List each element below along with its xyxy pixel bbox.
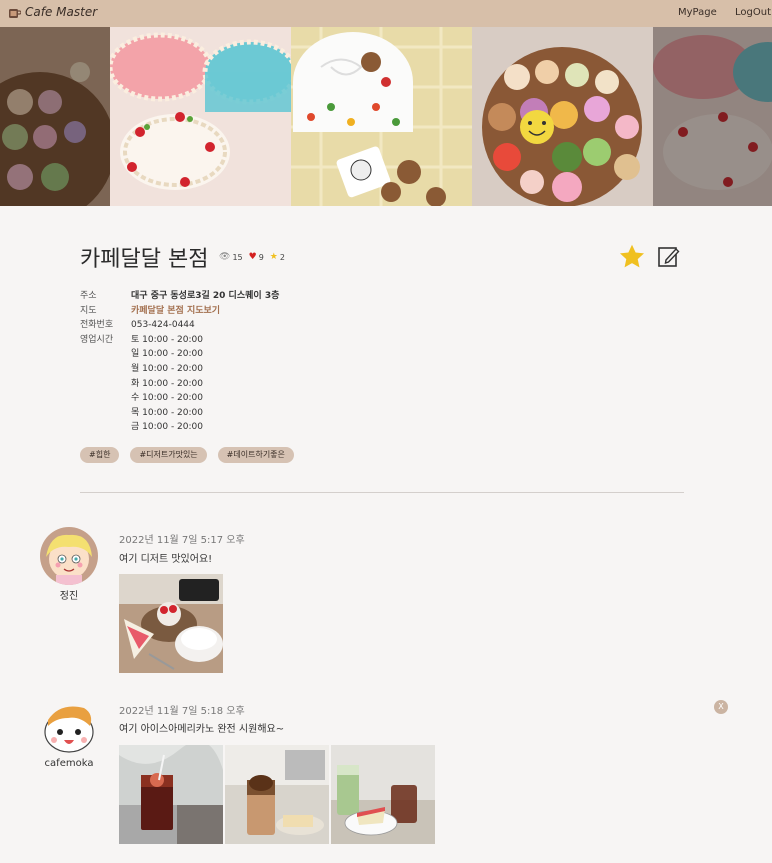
hours-row: 영업시간 토 10:00 - 20:00 <box>80 333 279 348</box>
map-link[interactable]: 카페달달 본점 지도보기 <box>131 304 220 319</box>
tag-chip[interactable]: #데이트하기좋은 <box>217 447 294 463</box>
mypage-link[interactable]: MyPage <box>678 7 717 18</box>
review-photo[interactable] <box>119 574 223 673</box>
hours-tue: 화 10:00 - 20:00 <box>131 378 203 389</box>
write-review-icon[interactable] <box>657 245 681 269</box>
review-photo[interactable] <box>225 745 329 844</box>
photo-carousel[interactable] <box>0 27 772 206</box>
map-label: 지도 <box>80 305 97 316</box>
review-photo[interactable] <box>119 745 223 844</box>
review-date: 2022년 11월 7일 5:17 오후 <box>119 535 245 546</box>
heart-icon: ♥ <box>248 252 257 262</box>
section-divider <box>80 492 684 493</box>
hours-sun: 일 10:00 - 20:00 <box>131 349 203 360</box>
map-row: 지도 카페달달 본점 지도보기 <box>80 304 279 319</box>
logout-link[interactable]: LogOut <box>735 7 771 18</box>
review-photo[interactable] <box>331 745 435 844</box>
avatar <box>40 698 98 756</box>
brand-logo[interactable]: Cafe Master <box>8 5 97 19</box>
store-info: 주소 대구 중구 동성로3길 20 디스퀘이 3층 지도 카페달달 본점 지도보… <box>80 289 279 435</box>
carousel-image-prev[interactable] <box>0 27 110 206</box>
hours-label: 영업시간 <box>80 334 114 345</box>
tag-chip[interactable]: #힙한 <box>80 447 120 463</box>
phone-row: 전화번호 053-424-0444 <box>80 318 279 333</box>
carousel-image-next[interactable] <box>653 27 772 206</box>
delete-review-button[interactable]: X <box>714 700 728 714</box>
address-row: 주소 대구 중구 동성로3길 20 디스퀘이 3층 <box>80 289 279 304</box>
hours-sat: 토 10:00 - 20:00 <box>131 334 203 345</box>
carousel-image-cakes[interactable] <box>110 27 291 206</box>
view-icon: 👁︎ <box>219 252 231 262</box>
hours-thu: 목 10:00 - 20:00 <box>131 407 203 418</box>
coffee-cup-icon <box>9 8 21 18</box>
review-date: 2022년 11월 7일 5:18 오후 <box>119 706 245 717</box>
like-count: 9 <box>258 252 264 262</box>
carousel-image-bear-cake[interactable] <box>291 27 472 206</box>
phone-label: 전화번호 <box>80 320 114 331</box>
view-count: 15 <box>232 252 243 262</box>
review-author: 정진 <box>59 591 79 602</box>
rating-count: 2 <box>279 252 285 262</box>
store-title: 카페달달 본점 <box>80 247 209 272</box>
hours-mon: 월 10:00 - 20:00 <box>131 363 203 374</box>
avatar <box>40 527 98 585</box>
top-navbar: Cafe Master MyPage LogOut <box>0 0 772 27</box>
store-stats: 👁︎ 15 ♥ 9 ★ 2 <box>219 252 285 262</box>
hours-fri: 금 10:00 - 20:00 <box>131 422 203 433</box>
star-small-icon: ★ <box>269 252 278 262</box>
hours-wed: 수 10:00 - 20:00 <box>131 393 203 404</box>
favorite-star-icon[interactable] <box>618 243 646 271</box>
tag-chip[interactable]: #디저트가맛있는 <box>130 447 207 463</box>
address-value: 대구 중구 동성로3길 20 디스퀘이 3층 <box>131 291 280 301</box>
carousel-image-macarons[interactable] <box>472 27 653 206</box>
address-label: 주소 <box>80 291 97 301</box>
review-text: 여기 디저트 맛있어요! <box>119 554 213 565</box>
phone-value: 053-424-0444 <box>131 320 195 331</box>
review-author: cafemoka <box>44 758 94 769</box>
review-text: 여기 아이스아메리카노 완전 시원해요~ <box>119 724 285 735</box>
tag-list: #힙한 #디저트가맛있는 #데이트하기좋은 <box>80 447 294 463</box>
brand-name: Cafe Master <box>25 5 98 19</box>
